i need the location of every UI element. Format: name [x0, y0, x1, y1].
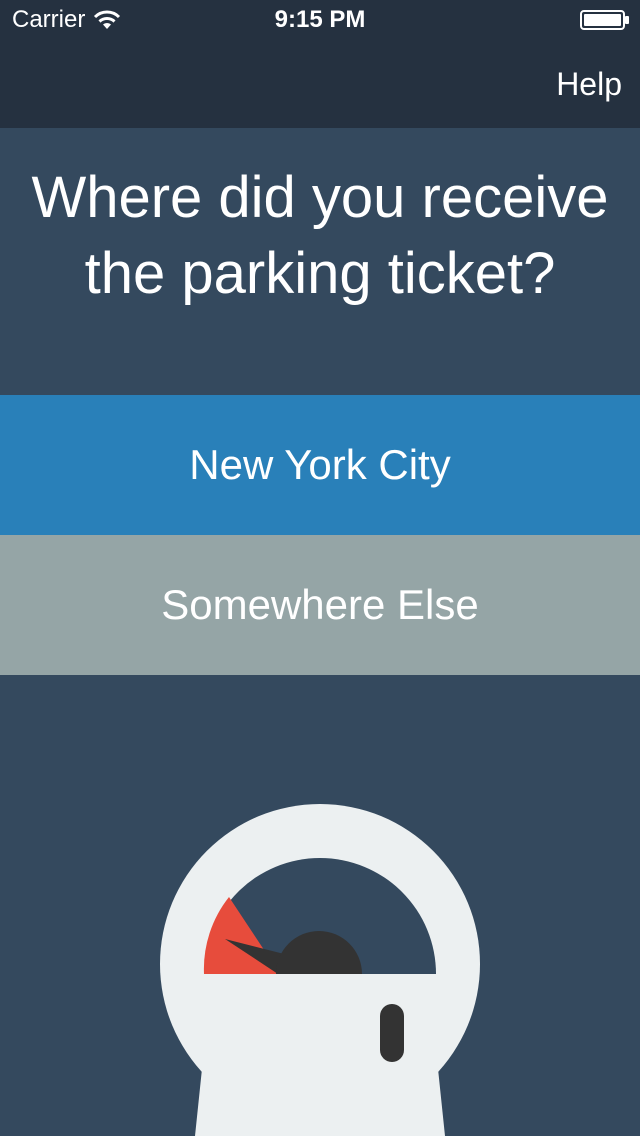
somewhere-else-label: Somewhere Else [161, 581, 479, 628]
status-bar: Carrier 9:15 PM [0, 0, 640, 40]
somewhere-else-button[interactable]: Somewhere Else [0, 535, 640, 675]
parking-meter-icon [160, 804, 480, 1136]
new-york-city-label: New York City [189, 441, 451, 488]
question-line-1: Where did you receive [31, 165, 609, 230]
page-title: Where did you receive the parking ticket… [0, 160, 640, 312]
battery-icon [580, 10, 629, 30]
help-button[interactable]: Help [556, 64, 622, 104]
question-line-2: the parking ticket? [84, 241, 556, 306]
navigation-bar: Carrier 9:15 PM Help [0, 0, 640, 128]
status-time: 9:15 PM [274, 6, 366, 33]
new-york-city-button[interactable]: New York City [0, 395, 640, 535]
